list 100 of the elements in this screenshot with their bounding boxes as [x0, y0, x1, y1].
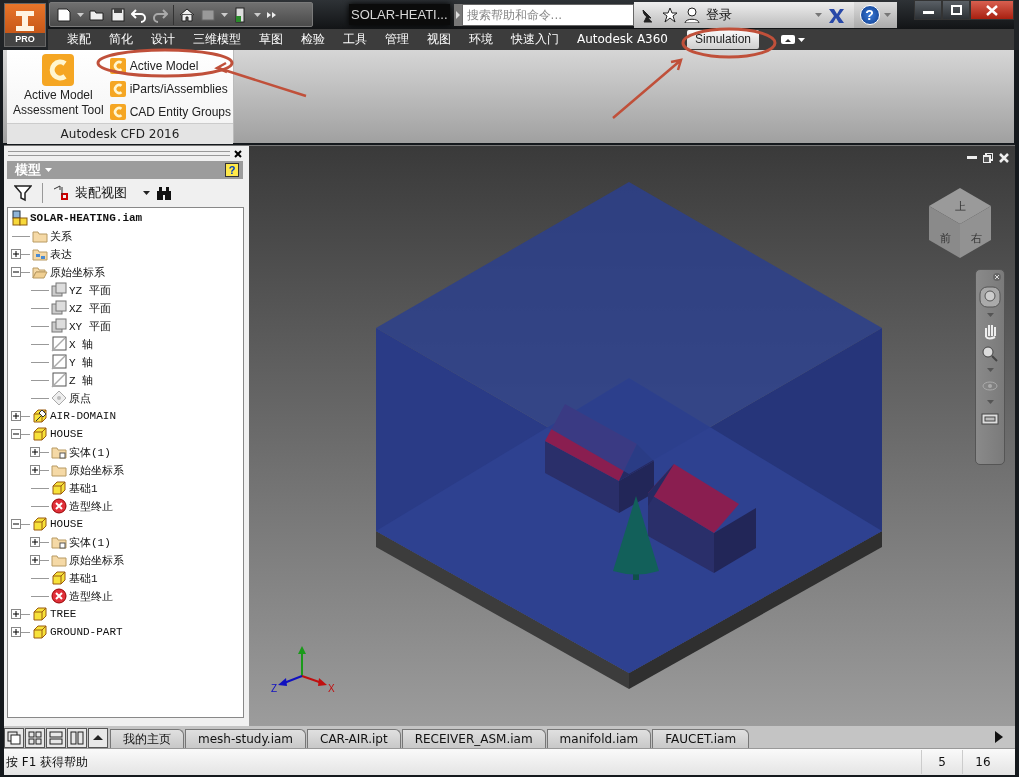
- new-document-icon[interactable]: [56, 6, 72, 23]
- scroll-right-icon[interactable]: [995, 731, 1003, 743]
- tree-item[interactable]: SOLAR-HEATING.iam: [30, 212, 143, 224]
- panel-toggle-icon[interactable]: [781, 35, 796, 44]
- document-tab[interactable]: FAUCET.iam: [652, 729, 750, 748]
- user-icon[interactable]: [683, 6, 700, 23]
- document-tab[interactable]: CAR-AIR.ipt: [307, 729, 401, 748]
- tree-item[interactable]: XZ 平面: [69, 300, 111, 316]
- vertical-split-icon[interactable]: [67, 728, 87, 748]
- tree-item[interactable]: 造型终止: [69, 588, 113, 604]
- tree-item[interactable]: 基础1: [69, 480, 98, 496]
- tree-item[interactable]: 关系: [50, 228, 72, 244]
- expand-icon[interactable]: [453, 3, 462, 26]
- toggle-icon[interactable]: [30, 465, 40, 475]
- tree-item[interactable]: 表达: [50, 246, 72, 262]
- toggle-icon[interactable]: [11, 519, 21, 529]
- star-icon[interactable]: [661, 6, 678, 23]
- tile-icon[interactable]: [25, 728, 45, 748]
- caret-icon[interactable]: [798, 37, 806, 42]
- help-button[interactable]: ?: [859, 4, 880, 25]
- toggle-icon[interactable]: [11, 249, 21, 259]
- sign-in-link[interactable]: 登录: [705, 5, 732, 24]
- ribbon-tab[interactable]: 管理: [376, 30, 418, 49]
- redo-icon[interactable]: [152, 6, 168, 23]
- document-tab[interactable]: 我的主页: [110, 729, 184, 748]
- close-icon: [986, 4, 998, 16]
- home-icon[interactable]: [179, 6, 195, 23]
- part-icon: [32, 516, 48, 532]
- undo-icon[interactable]: [131, 6, 147, 23]
- horizontal-split-icon[interactable]: [46, 728, 66, 748]
- tree-item[interactable]: TREE: [50, 608, 77, 620]
- toggle-icon[interactable]: [11, 267, 21, 277]
- ribbon-tab[interactable]: Autodesk A360: [568, 30, 677, 49]
- caret-icon[interactable]: [143, 191, 150, 195]
- filter-icon[interactable]: [14, 184, 32, 202]
- tree-item[interactable]: 实体(1): [69, 534, 111, 550]
- ribbon-button[interactable]: CAD Entity Groups: [107, 100, 233, 123]
- assessment-tool-button[interactable]: Active Model Assessment Tool: [9, 54, 108, 123]
- toggle-icon[interactable]: [11, 627, 21, 637]
- tree-item[interactable]: 基础1: [69, 570, 98, 586]
- folder-icon: [51, 444, 67, 460]
- toggle-icon[interactable]: [30, 537, 40, 547]
- document-tab[interactable]: manifold.iam: [546, 729, 652, 748]
- search-field[interactable]: 搜索帮助和命令...: [461, 3, 634, 26]
- cascade-icon[interactable]: [4, 728, 24, 748]
- assembly-icon: [12, 210, 28, 226]
- ribbon-tab[interactable]: 视图: [418, 30, 460, 49]
- steering-wheel-icon[interactable]: [979, 286, 1001, 308]
- tree-item[interactable]: AIR-DOMAIN: [50, 410, 116, 422]
- tree-item[interactable]: 原始坐标系: [69, 552, 124, 568]
- ribbon-button[interactable]: iParts/iAssemblies: [107, 77, 233, 100]
- minimize-button[interactable]: [914, 0, 942, 20]
- tree-item[interactable]: HOUSE: [50, 518, 83, 530]
- tree-item[interactable]: HOUSE: [50, 428, 83, 440]
- tree-item[interactable]: YZ 平面: [69, 282, 111, 298]
- close-button[interactable]: [970, 0, 1014, 20]
- maximize-button[interactable]: [942, 0, 970, 20]
- view-dropdown[interactable]: 装配视图: [75, 184, 127, 202]
- tree-item[interactable]: X 轴: [69, 336, 94, 352]
- minimize-icon[interactable]: [967, 153, 977, 161]
- ribbon-tab[interactable]: 快速入门: [502, 30, 568, 49]
- binoculars-icon[interactable]: [156, 185, 172, 201]
- toggle-icon[interactable]: [11, 609, 21, 619]
- tree-item[interactable]: 原始坐标系: [69, 462, 124, 478]
- axis-triad: Z X: [271, 646, 335, 694]
- restore-icon[interactable]: [983, 153, 993, 163]
- zoom-icon[interactable]: [981, 345, 999, 363]
- ribbon-tab[interactable]: 装配: [58, 30, 100, 49]
- more-icon[interactable]: [266, 10, 276, 19]
- ribbon-tab[interactable]: 检验: [292, 30, 334, 49]
- tree-item[interactable]: 原始坐标系: [50, 264, 105, 280]
- plane-icon: [51, 318, 67, 334]
- tree-item[interactable]: Z 轴: [69, 372, 94, 388]
- ribbon-tab[interactable]: 简化: [100, 30, 142, 49]
- tree-item[interactable]: GROUND-PART: [50, 626, 123, 638]
- tree-item[interactable]: 原点: [69, 390, 91, 406]
- toggle-icon[interactable]: [11, 429, 21, 439]
- assembly-view-icon[interactable]: [53, 185, 69, 201]
- toggle-icon[interactable]: [30, 447, 40, 457]
- ribbon-tab[interactable]: 三维模型: [184, 30, 250, 49]
- part-icon: [32, 624, 48, 640]
- ribbon-tab[interactable]: 环境: [460, 30, 502, 49]
- folder-icon: [32, 246, 48, 262]
- ribbon-tab[interactable]: 工具: [334, 30, 376, 49]
- save-icon[interactable]: [110, 6, 126, 23]
- tree-item[interactable]: XY 平面: [69, 318, 111, 334]
- tree-item[interactable]: 实体(1): [69, 444, 111, 460]
- close-icon[interactable]: [234, 149, 242, 158]
- exchange-icon[interactable]: [827, 6, 846, 23]
- folder-icon: [32, 228, 48, 244]
- ribbon-tab[interactable]: 草图: [250, 30, 292, 49]
- tree-item[interactable]: 造型终止: [69, 498, 113, 514]
- document-tab[interactable]: RECEIVER_ASM.iam: [401, 729, 546, 748]
- application-menu-button[interactable]: PRO: [4, 3, 46, 47]
- help-button[interactable]: ?: [225, 163, 239, 177]
- toggle-icon[interactable]: [11, 411, 21, 421]
- toggle-icon[interactable]: [30, 555, 40, 565]
- tree-item[interactable]: Y 轴: [69, 354, 94, 370]
- ribbon-tab[interactable]: 设计: [142, 30, 184, 49]
- document-tab[interactable]: mesh-study.iam: [185, 729, 307, 748]
